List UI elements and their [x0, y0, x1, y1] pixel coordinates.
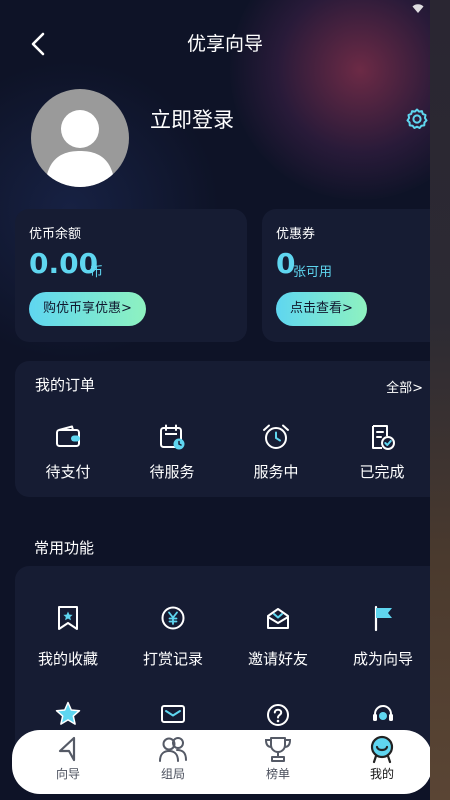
login-link[interactable]: 立即登录: [150, 105, 234, 135]
feature-label: 打赏记录: [142, 650, 203, 668]
order-label: 待服务: [149, 463, 195, 481]
wifi-icon: [412, 4, 424, 13]
view-coupons-button[interactable]: 点击查看>: [276, 292, 367, 326]
default-avatar-icon: [45, 110, 115, 187]
tab-label: 我的: [369, 767, 394, 781]
page-title: 优享向导: [186, 33, 263, 55]
order-label: 已完成: [359, 463, 405, 481]
alarm-clock-icon: [263, 424, 289, 449]
all-orders-link[interactable]: 全部>: [386, 377, 423, 396]
feature-tip-records[interactable]: 打赏记录: [125, 604, 221, 669]
my-profile-icon: [370, 735, 394, 764]
orders-title: 我的订单: [35, 376, 96, 394]
flag-icon: [374, 605, 392, 632]
tab-label: 榜单: [265, 767, 290, 781]
star-icon: [55, 701, 81, 725]
feature-star[interactable]: [20, 700, 116, 728]
navigation-arrow-icon: [58, 736, 76, 762]
coupon-unit: 张可用: [293, 265, 333, 280]
tab-mine[interactable]: 我的: [342, 734, 422, 782]
coin-unit: 币: [90, 265, 104, 280]
order-in-service[interactable]: 服务中: [231, 423, 321, 482]
coin-balance-label: 优币余额: [29, 227, 82, 242]
feature-help[interactable]: [230, 702, 326, 728]
avatar[interactable]: [31, 89, 129, 187]
tab-label: 组局: [160, 767, 185, 781]
bottom-tab-bar: 向导 组局 榜单 我的: [12, 730, 430, 794]
trophy-icon: [264, 737, 292, 762]
feature-messages[interactable]: [125, 702, 221, 726]
feature-label: 邀请好友: [247, 650, 308, 668]
bookmark-star-icon: [58, 606, 78, 630]
tab-label: 向导: [55, 767, 80, 781]
background-edge: [430, 0, 450, 800]
tab-ranking[interactable]: 榜单: [238, 734, 318, 782]
my-orders-section: 我的订单 全部> 待支付 待服务 服务中 已完成: [15, 361, 430, 497]
group-people-icon: [159, 737, 187, 762]
coin-balance-amount: 0.00: [29, 247, 99, 280]
customer-service-icon: [373, 705, 393, 721]
feature-favorites[interactable]: 我的收藏: [20, 604, 116, 669]
coin-balance-card: 优币余额 0.00 币 购优币享优惠>: [15, 209, 247, 342]
yen-coin-icon: [161, 606, 185, 630]
coupon-label: 优惠券: [276, 227, 316, 242]
common-features-title: 常用功能: [34, 539, 95, 557]
help-question-icon: [267, 704, 289, 726]
completed-document-icon: [372, 425, 395, 450]
app-screen: 优享向导 立即登录 优币余额 0.00 币 购优币享优惠> 优惠券 0 张可用 …: [0, 0, 430, 800]
order-label: 待支付: [45, 463, 91, 481]
feature-label: 成为向导: [352, 650, 413, 668]
envelope-icon: [161, 705, 185, 723]
feature-invite-friends[interactable]: 邀请好友: [230, 604, 326, 669]
order-pending-service[interactable]: 待服务: [127, 423, 217, 482]
feature-customer-service[interactable]: [335, 702, 430, 728]
tab-group[interactable]: 组局: [133, 734, 213, 782]
order-pending-payment[interactable]: 待支付: [23, 423, 113, 482]
gear-icon[interactable]: [405, 107, 429, 131]
feature-become-guide[interactable]: 成为向导: [335, 604, 430, 669]
order-completed[interactable]: 已完成: [337, 423, 427, 482]
calendar-icon: [160, 424, 185, 450]
wallet-icon: [56, 425, 80, 447]
buy-coins-button[interactable]: 购优币享优惠>: [29, 292, 146, 326]
order-label: 服务中: [253, 463, 299, 481]
feature-label: 我的收藏: [37, 650, 98, 668]
tab-guide[interactable]: 向导: [28, 734, 108, 782]
coupon-card: 优惠券 0 张可用 点击查看>: [262, 209, 430, 342]
invite-mail-icon: [267, 608, 289, 629]
